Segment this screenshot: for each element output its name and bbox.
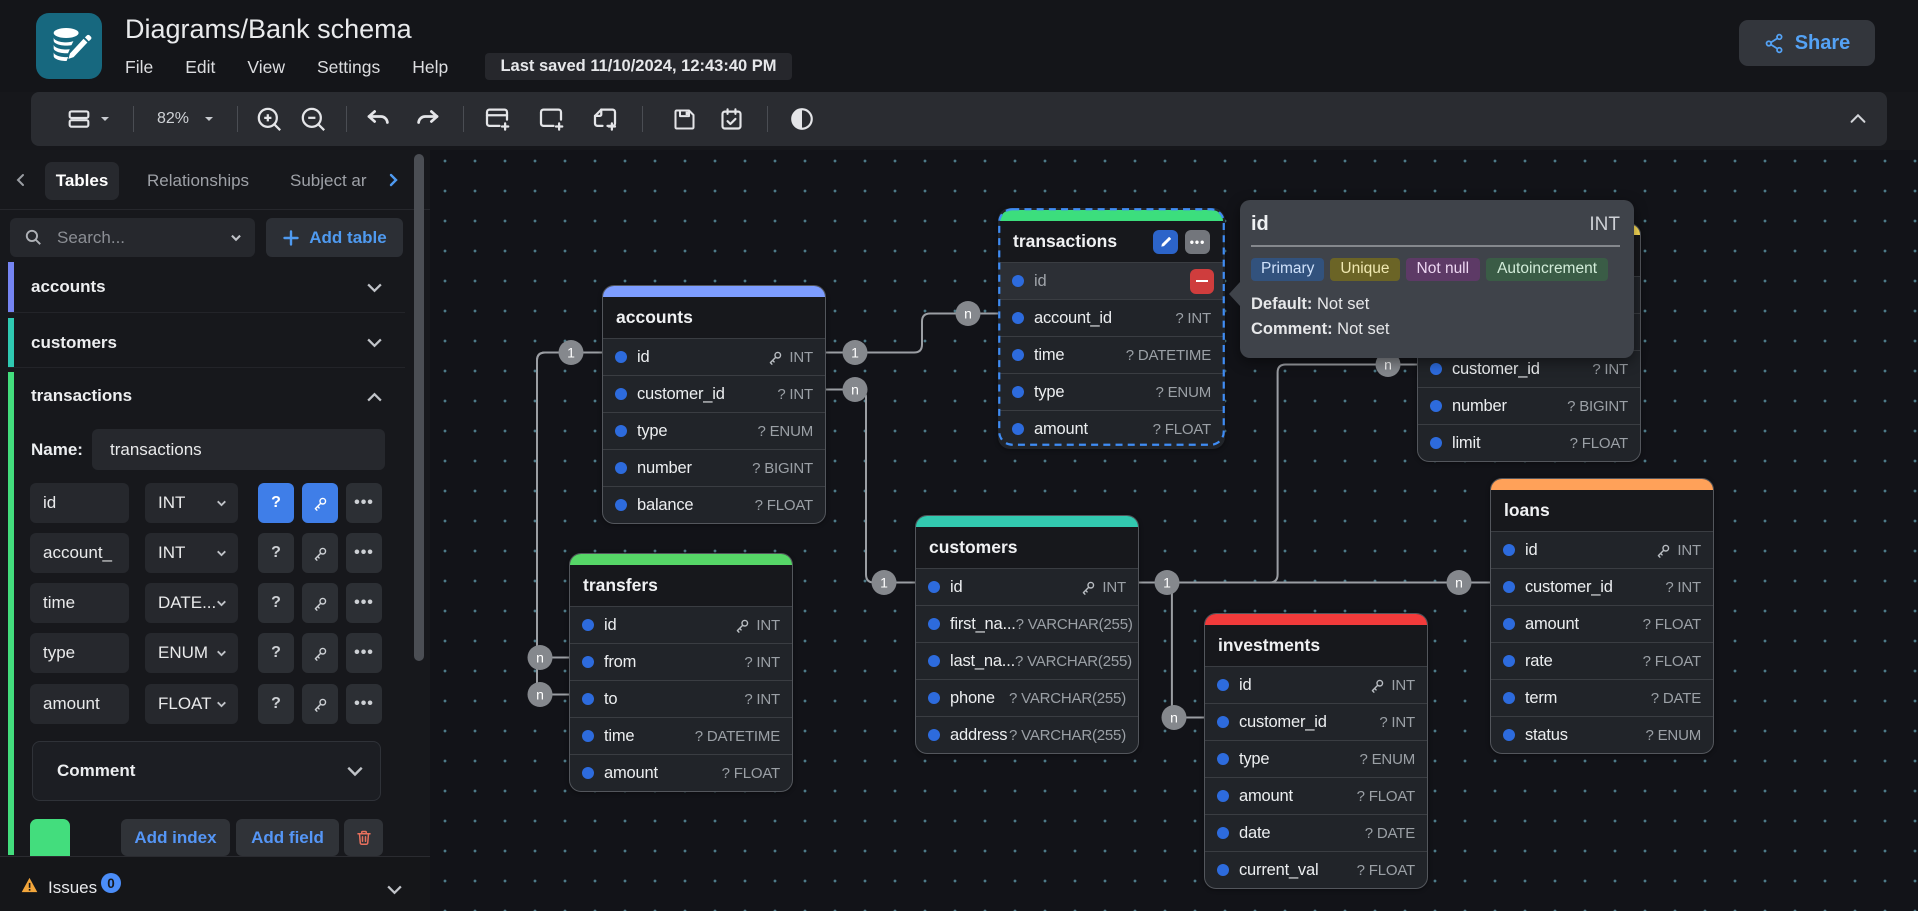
svg-text:1: 1 bbox=[567, 345, 575, 361]
svg-text:1: 1 bbox=[851, 345, 859, 361]
svg-text:n: n bbox=[536, 687, 544, 703]
svg-text:1: 1 bbox=[880, 575, 888, 591]
svg-text:n: n bbox=[1455, 575, 1463, 591]
svg-text:n: n bbox=[536, 650, 544, 666]
svg-text:n: n bbox=[1170, 710, 1178, 726]
svg-text:n: n bbox=[851, 382, 859, 398]
svg-text:1: 1 bbox=[1163, 575, 1171, 591]
svg-text:n: n bbox=[1384, 357, 1392, 373]
svg-text:n: n bbox=[964, 306, 972, 322]
